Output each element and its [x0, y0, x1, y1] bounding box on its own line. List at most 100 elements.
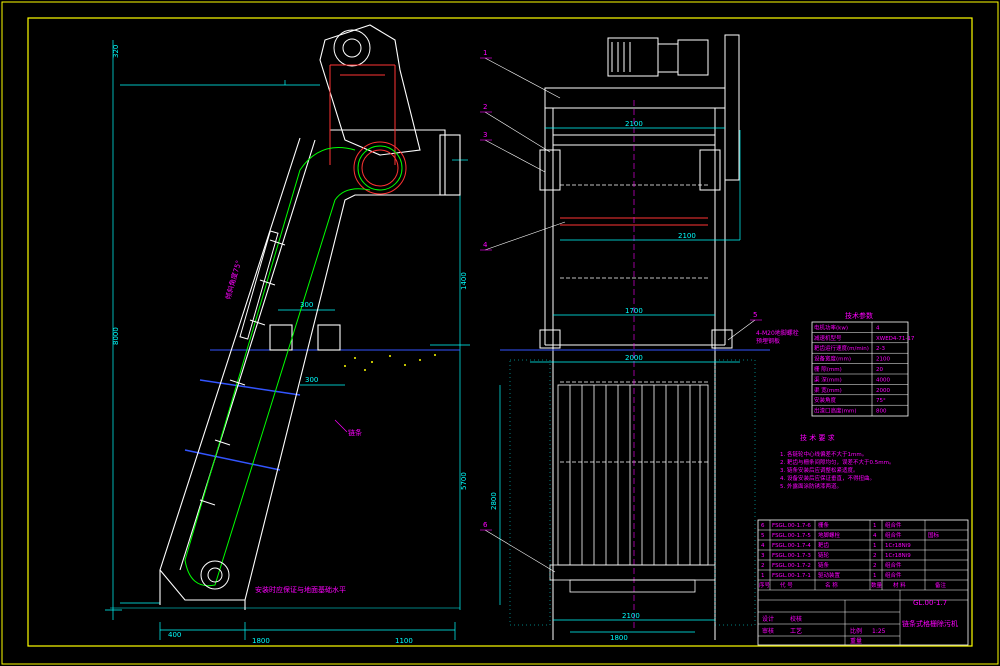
dim-small-offset: 300	[305, 376, 318, 384]
dim-screen-height: 2800	[490, 492, 498, 510]
tech-req-title: 技 术 要 求	[800, 433, 835, 442]
part-material: 1Cr18Ni9	[885, 543, 911, 549]
side-view: 320 8000 1400 5700 300 300 1800 1100 400…	[105, 24, 470, 645]
tb-label-audit: 审核	[762, 627, 774, 635]
incline-label: 倾斜角度75°	[223, 259, 243, 300]
tech-param-value: 20	[876, 367, 883, 373]
screen-grille	[549, 384, 716, 593]
dim-bottom-width: 2100	[622, 612, 640, 620]
cad-drawing: 320 8000 1400 5700 300 300 1800 1100 400…	[1, 1, 999, 665]
part-name: 地脚螺栓	[818, 531, 841, 539]
tech-req-item: 4. 设备安装后应保证垂直，不得扭曲。	[780, 474, 875, 482]
anchor-sub: 预埋钢板	[756, 337, 780, 345]
tech-param-value: 4000	[876, 377, 890, 383]
part-name: 栅条	[818, 521, 830, 529]
part-name: 链轮	[818, 551, 830, 559]
part-qty: 4	[873, 533, 877, 539]
parts-header-qty: 数量	[871, 581, 883, 589]
dim-channel-width: 1800	[610, 634, 628, 642]
dim-foot: 400	[168, 631, 181, 639]
part-qty: 1	[873, 543, 877, 549]
dim-lower-height: 5700	[460, 472, 468, 490]
tb-label-process: 工艺	[790, 627, 802, 635]
part-material: 组合件	[885, 561, 902, 569]
tech-req-item: 1. 各链轮中心线偏差不大于1mm。	[780, 450, 867, 458]
tech-params-table: 技术参数 电机功率(kw) 4 减速机型号 XWED4-71-17 耙齿运行速度(m/m…	[811, 311, 915, 417]
part-qty: 1	[873, 523, 877, 529]
part-name: 耙齿	[818, 542, 830, 549]
dim-mid-width: 2100	[678, 232, 696, 240]
part-qty: 2	[873, 563, 877, 569]
part-code: FSGL.00-1.7-2	[772, 563, 811, 569]
part-note: 国标	[928, 531, 940, 539]
dim-overall-height: 8000	[112, 327, 120, 345]
dim-top: 320	[112, 45, 120, 58]
dim-right-span: 1100	[395, 637, 413, 645]
callout-2: 2	[483, 103, 487, 111]
dim-bottom-span: 1800	[252, 637, 270, 645]
part-code: FSGL.00-1.7-6	[772, 523, 811, 529]
tech-req-item: 5. 外露面涂防锈漆两道。	[780, 482, 842, 490]
part-code: FSGL.00-1.7-1	[772, 573, 811, 579]
part-no: 1	[761, 573, 765, 579]
dim-frame-width: 1700	[625, 307, 643, 315]
callout-1: 1	[483, 49, 487, 57]
parts-header-name: 名 称	[825, 581, 838, 589]
tech-param-name: 电机功率(kw)	[814, 323, 848, 331]
part-material: 组合件	[885, 531, 902, 539]
tech-param-name: 出渣口高度(mm)	[814, 407, 857, 415]
anchor-label: 4-M20地脚螺栓	[756, 329, 799, 337]
tb-label-scale: 比例	[850, 627, 862, 635]
tech-param-value: 800	[876, 409, 887, 415]
part-name: 链条	[818, 561, 830, 569]
tech-param-value: XWED4-71-17	[876, 336, 915, 342]
tech-param-value: 2000	[876, 388, 890, 394]
dim-top-width: 2100	[625, 120, 643, 128]
tb-label-check: 校核	[790, 615, 802, 623]
part-material: 1Cr18Ni9	[885, 553, 911, 559]
dim-base-width: 2000	[625, 354, 643, 362]
parts-header-no: 序号	[759, 581, 771, 589]
tech-param-name: 安装角度	[814, 396, 837, 404]
part-no: 4	[761, 543, 765, 549]
part-qty: 1	[873, 573, 877, 579]
tech-param-value: 2100	[876, 357, 890, 363]
title-block: GL.00-1.7 链条式格栅除污机 设计 校核 审核 工艺 比例 1:25 重…	[758, 590, 968, 645]
tech-param-name: 渠 宽(mm)	[814, 386, 842, 394]
tech-req-item: 2. 耙齿与栅条间隙均匀，误差不大于0.5mm。	[780, 458, 894, 466]
tech-param-name: 设备宽度(mm)	[814, 355, 851, 363]
part-code: FSGL.00-1.7-3	[772, 553, 811, 559]
tb-scale: 1:25	[872, 628, 886, 635]
front-view: 2100 2100 1700 2000 2800 2100 1800 1 2 3…	[480, 34, 799, 642]
part-no: 6	[761, 523, 765, 529]
callout-6: 6	[483, 521, 488, 529]
callout-3: 3	[483, 131, 487, 139]
callout-5: 5	[753, 311, 757, 319]
part-code: FSGL.00-1.7-5	[772, 533, 811, 539]
tech-req-item: 3. 链条安装后应调整松紧适度。	[780, 466, 859, 474]
tech-param-name: 渠 深(mm)	[814, 375, 842, 383]
dim-inner-width: 300	[300, 301, 313, 309]
part-material: 组合件	[885, 571, 902, 579]
bottom-note: 安装时应保证与地面基础水平	[255, 585, 346, 594]
tb-label-design: 设计	[762, 615, 774, 623]
tech-params-title: 技术参数	[845, 311, 873, 320]
part-no: 2	[761, 563, 765, 569]
part-material: 组合件	[885, 521, 902, 529]
tech-param-value: 75°	[876, 398, 886, 404]
tb-label-weight: 重量	[850, 637, 862, 645]
parts-header-code: 代 号	[780, 581, 793, 589]
part-code: FSGL.00-1.7-4	[772, 543, 811, 549]
parts-header-material: 材 料	[893, 581, 906, 589]
tech-requirements: 技 术 要 求 1. 各链轮中心线偏差不大于1mm。2. 耙齿与栅条间隙均匀，误…	[780, 433, 894, 490]
drawing-no: GL.00-1.7	[913, 599, 947, 607]
part-qty: 2	[873, 553, 877, 559]
tech-param-name: 耙齿运行速度(m/min)	[814, 344, 869, 352]
part-no: 5	[761, 533, 765, 539]
parts-header-note: 备注	[935, 581, 947, 589]
chain-label: 链条	[348, 428, 362, 437]
tech-param-value: 4	[876, 325, 880, 331]
part-name: 驱动装置	[818, 571, 841, 579]
tech-param-name: 减速机型号	[814, 334, 842, 342]
tech-param-value: 2-3	[876, 346, 885, 352]
